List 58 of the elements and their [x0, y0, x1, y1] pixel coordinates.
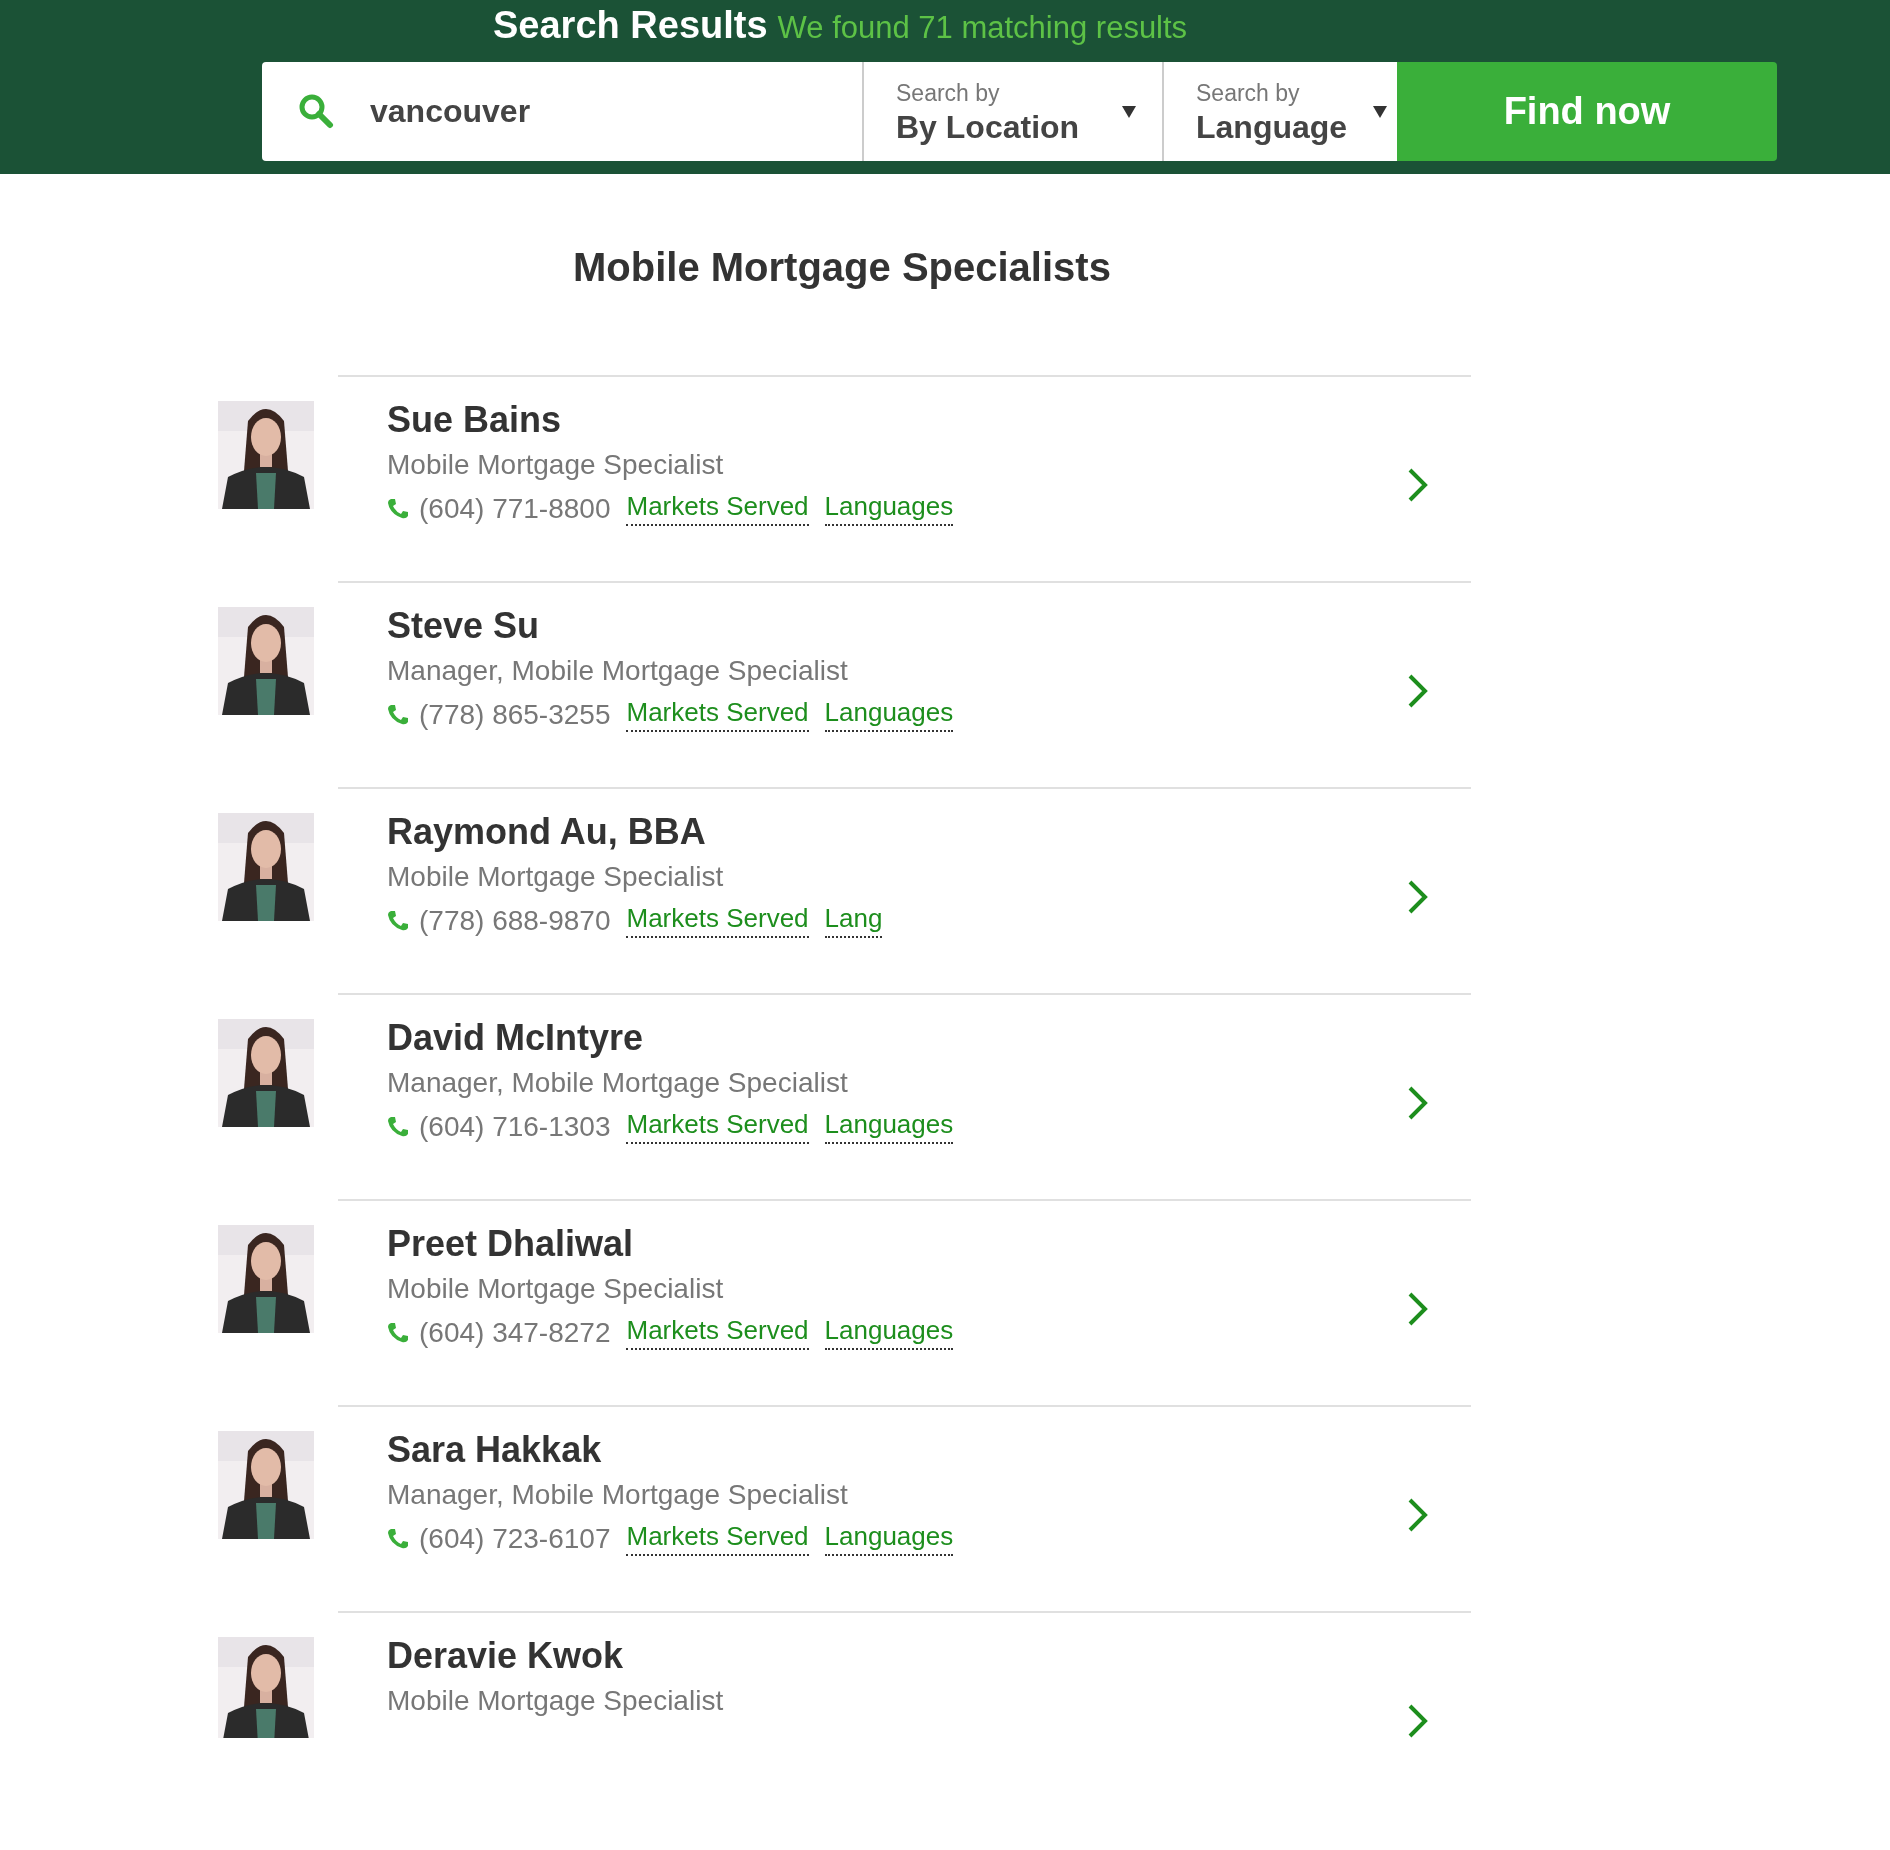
phone-icon [387, 1527, 409, 1550]
phone-number: (604) 716-1303 [419, 1110, 611, 1143]
job-title: Mobile Mortgage Specialist [387, 1273, 725, 1305]
phone-icon [387, 909, 409, 932]
chevron-right-icon[interactable] [1407, 467, 1429, 503]
page-title: Search Results [493, 4, 768, 47]
chevron-right-icon[interactable] [1407, 1085, 1429, 1121]
search-by-dropdown[interactable]: Search by By Location [862, 62, 1162, 161]
phone-icon [387, 497, 409, 520]
phone-number: (778) 688-9870 [419, 904, 611, 937]
specialist-name: David McIntyre [387, 1017, 645, 1059]
text-link[interactable]: Markets Served [626, 697, 809, 732]
text-link[interactable]: Lang [824, 903, 883, 938]
specialist-name: Sara Hakkak [387, 1429, 603, 1471]
text-link[interactable]: Languages [824, 697, 954, 732]
text-link[interactable]: Languages [824, 1315, 954, 1350]
phone-number: (778) 865-3255 [419, 698, 611, 731]
text-link[interactable]: Markets Served [626, 1109, 809, 1144]
specialist-name: Sue Bains [387, 399, 563, 441]
dropdown-value: Language [1196, 109, 1348, 146]
job-title: Manager, Mobile Mortgage Specialist [387, 1067, 849, 1099]
chevron-right-icon[interactable] [1407, 879, 1429, 915]
dropdown-label: Search by [896, 80, 1000, 107]
caret-icon [1373, 106, 1387, 118]
job-title: Mobile Mortgage Specialist [387, 449, 725, 481]
phone-number: (604) 347-8272 [419, 1316, 611, 1349]
search-by-dropdown[interactable]: Search by Language [1162, 62, 1397, 161]
phone-icon [387, 703, 409, 726]
specialist-name: Deravie Kwok [387, 1635, 625, 1677]
chevron-right-icon[interactable] [1407, 1291, 1429, 1327]
job-title: Mobile Mortgage Specialist [387, 861, 725, 893]
specialist-name: Raymond Au, BBA [387, 811, 707, 853]
job-title: Mobile Mortgage Specialist [387, 1685, 725, 1717]
dropdown-value: By Location [896, 109, 1080, 146]
find-now-button[interactable]: Find now [1397, 62, 1777, 161]
results-count: We found 71 matching results [777, 10, 1188, 46]
text-link[interactable]: Languages [824, 1109, 954, 1144]
chevron-right-icon[interactable] [1407, 1703, 1429, 1738]
text-link[interactable]: Languages [824, 491, 954, 526]
phone-icon [387, 1115, 409, 1138]
text-link[interactable]: Markets Served [626, 491, 809, 526]
text-link[interactable]: Markets Served [626, 903, 809, 938]
specialist-name: Steve Su [387, 605, 541, 647]
dropdown-label: Search by [1196, 80, 1300, 107]
section-heading: Mobile Mortgage Specialists [573, 245, 1111, 290]
text-link[interactable]: Languages [824, 1521, 954, 1556]
specialist-name: Preet Dhaliwal [387, 1223, 635, 1265]
text-link[interactable]: Markets Served [626, 1521, 809, 1556]
phone-number: (604) 771-8800 [419, 492, 611, 525]
text-link[interactable]: Markets Served [626, 1315, 809, 1350]
caret-icon [1122, 106, 1136, 118]
job-title: Manager, Mobile Mortgage Specialist [387, 1479, 849, 1511]
phone-number: (604) 723-6107 [419, 1522, 611, 1555]
chevron-right-icon[interactable] [1407, 1497, 1429, 1533]
job-title: Manager, Mobile Mortgage Specialist [387, 655, 849, 687]
chevron-right-icon[interactable] [1407, 673, 1429, 709]
phone-icon [387, 1321, 409, 1344]
search-field[interactable]: vancouver [262, 62, 862, 161]
